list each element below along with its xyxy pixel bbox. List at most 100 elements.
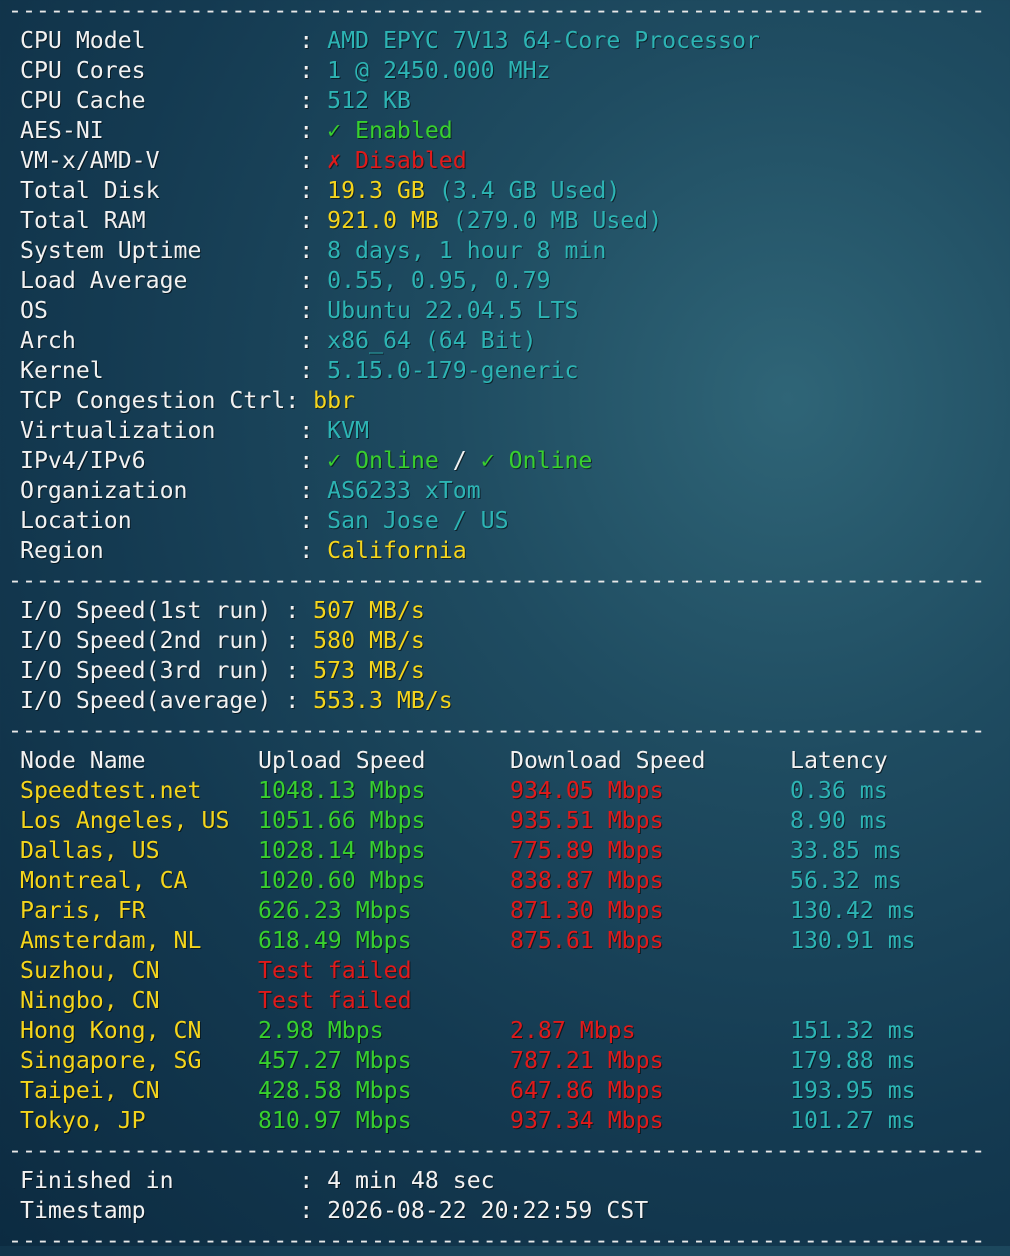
latency: 101.27 ms bbox=[790, 1107, 916, 1134]
separator-line: ----------------------------------------… bbox=[8, 1137, 986, 1164]
node-name: Ningbo, CN bbox=[20, 987, 160, 1014]
io-speed-row: I/O Speed(3rd run) : 573 MB/s bbox=[20, 656, 425, 686]
info-extra: ✓ Online bbox=[480, 447, 593, 474]
info-value: 19.3 GB bbox=[327, 177, 425, 204]
info-label: Location bbox=[20, 507, 300, 534]
download-speed: 937.34 Mbps bbox=[510, 1107, 664, 1134]
node-name: Montreal, CA bbox=[20, 867, 188, 894]
upload-speed: 457.27 Mbps bbox=[258, 1047, 412, 1074]
download-speed: 2.87 Mbps bbox=[510, 1017, 636, 1044]
info-value: 921.0 MB bbox=[327, 207, 439, 234]
info-colon: : bbox=[299, 1197, 328, 1224]
latency: 8.90 ms bbox=[790, 807, 888, 834]
download-speed: 647.86 Mbps bbox=[510, 1077, 664, 1104]
info-label: Virtualization bbox=[20, 417, 300, 444]
info-value: 4 min 48 sec bbox=[327, 1167, 495, 1194]
separator-line: ----------------------------------------… bbox=[8, 1227, 986, 1254]
download-speed: 935.51 Mbps bbox=[510, 807, 664, 834]
download-speed: 838.87 Mbps bbox=[510, 867, 664, 894]
upload-speed: 810.97 Mbps bbox=[258, 1107, 412, 1134]
info-value: San Jose / US bbox=[327, 507, 509, 534]
download-speed: 934.05 Mbps bbox=[510, 777, 664, 804]
node-name: Amsterdam, NL bbox=[20, 927, 202, 954]
system-info-row: Total Disk : 19.3 GB (3.4 GB Used) bbox=[20, 176, 620, 206]
speedtest-header: Node Name Upload Speed Download Speed Laten… bbox=[0, 746, 1010, 776]
separator-line: ----------------------------------------… bbox=[8, 0, 986, 24]
info-label: CPU Model bbox=[20, 27, 300, 54]
footer-row: Timestamp : 2026-08-22 20:22:59 CST bbox=[20, 1196, 648, 1226]
speedtest-row: Suzhou, CN Test failed bbox=[0, 956, 1010, 986]
upload-speed: Test failed bbox=[258, 957, 412, 984]
latency: 193.95 ms bbox=[790, 1077, 916, 1104]
info-value: AS6233 xTom bbox=[327, 477, 481, 504]
info-colon: : bbox=[299, 207, 328, 234]
system-info-row: Virtualization : KVM bbox=[20, 416, 369, 446]
info-value: 573 MB/s bbox=[313, 657, 425, 684]
info-colon: : bbox=[299, 27, 328, 54]
info-value: 512 KB bbox=[327, 87, 411, 114]
info-value: ✓ Online bbox=[327, 447, 439, 474]
info-colon: : bbox=[299, 417, 328, 444]
system-info-row: AES-NI : ✓ Enabled bbox=[20, 116, 453, 146]
info-colon: : bbox=[299, 507, 328, 534]
latency: 56.32 ms bbox=[790, 867, 902, 894]
io-speed-row: I/O Speed(average) : 553.3 MB/s bbox=[20, 686, 453, 716]
system-info-row: IPv4/IPv6 : ✓ Online / ✓ Online bbox=[20, 446, 592, 476]
info-colon: : bbox=[285, 597, 314, 624]
info-label: Timestamp bbox=[20, 1197, 300, 1224]
upload-speed: Test failed bbox=[258, 987, 412, 1014]
info-value: x86_64 (64 Bit) bbox=[327, 327, 537, 354]
download-speed: 871.30 Mbps bbox=[510, 897, 664, 924]
info-value: ✗ Disabled bbox=[327, 147, 467, 174]
info-value: 2026-08-22 20:22:59 CST bbox=[327, 1197, 649, 1224]
system-info-row: Kernel : 5.15.0-179-generic bbox=[20, 356, 578, 386]
info-colon: : bbox=[299, 1167, 328, 1194]
info-value: Ubuntu 22.04.5 LTS bbox=[327, 297, 579, 324]
speedtest-row: Ningbo, CN Test failed bbox=[0, 986, 1010, 1016]
info-value: 8 days, 1 hour 8 min bbox=[327, 237, 607, 264]
node-name: Los Angeles, US bbox=[20, 807, 230, 834]
node-name: Speedtest.net bbox=[20, 777, 202, 804]
latency: 130.42 ms bbox=[790, 897, 916, 924]
info-colon: : bbox=[299, 327, 328, 354]
info-value: 507 MB/s bbox=[313, 597, 425, 624]
upload-speed: 1020.60 Mbps bbox=[258, 867, 426, 894]
info-value: bbr bbox=[313, 387, 356, 414]
system-info-row: VM-x/AMD-V : ✗ Disabled bbox=[20, 146, 467, 176]
speedtest-row: Taipei, CN 428.58 Mbps 647.86 Mbps 193.95 m… bbox=[0, 1076, 1010, 1106]
info-label: CPU Cache bbox=[20, 87, 300, 114]
latency: 33.85 ms bbox=[790, 837, 902, 864]
system-info-row: Region : California bbox=[20, 536, 467, 566]
system-info-row: CPU Model : AMD EPYC 7V13 64-Core Proces… bbox=[20, 26, 760, 56]
info-value: 580 MB/s bbox=[313, 627, 425, 654]
info-label: Arch bbox=[20, 327, 300, 354]
node-name: Suzhou, CN bbox=[20, 957, 160, 984]
info-value: 5.15.0-179-generic bbox=[327, 357, 579, 384]
info-extra: (3.4 GB Used) bbox=[424, 177, 621, 204]
node-name: Paris, FR bbox=[20, 897, 146, 924]
info-label: TCP Congestion Ctrl bbox=[20, 387, 286, 414]
footer-row: Finished in : 4 min 48 sec bbox=[20, 1166, 495, 1196]
speedtest-row: Montreal, CA 1020.60 Mbps 838.87 Mbps 56.32… bbox=[0, 866, 1010, 896]
info-colon: : bbox=[285, 657, 314, 684]
upload-speed: 1051.66 Mbps bbox=[258, 807, 426, 834]
info-label: Region bbox=[20, 537, 300, 564]
header-upload-speed: Upload Speed bbox=[258, 747, 426, 774]
info-colon: : bbox=[299, 267, 328, 294]
node-name: Dallas, US bbox=[20, 837, 160, 864]
info-label: I/O Speed(3rd run) bbox=[20, 657, 286, 684]
speedtest-row: Tokyo, JP 810.97 Mbps 937.34 Mbps 101.27 ms bbox=[0, 1106, 1010, 1136]
info-colon: : bbox=[285, 387, 314, 414]
info-colon: : bbox=[299, 57, 328, 84]
system-info-row: Location : San Jose / US bbox=[20, 506, 509, 536]
info-value: ✓ Enabled bbox=[327, 117, 453, 144]
download-speed: 775.89 Mbps bbox=[510, 837, 664, 864]
info-colon: : bbox=[285, 687, 314, 714]
info-label: Organization bbox=[20, 477, 300, 504]
system-info-row: Arch : x86_64 (64 Bit) bbox=[20, 326, 537, 356]
info-colon: : bbox=[299, 87, 328, 114]
info-label: AES-NI bbox=[20, 117, 300, 144]
info-label: Total Disk bbox=[20, 177, 300, 204]
io-speed-row: I/O Speed(1st run) : 507 MB/s bbox=[20, 596, 425, 626]
separator-line: ----------------------------------------… bbox=[8, 567, 986, 594]
